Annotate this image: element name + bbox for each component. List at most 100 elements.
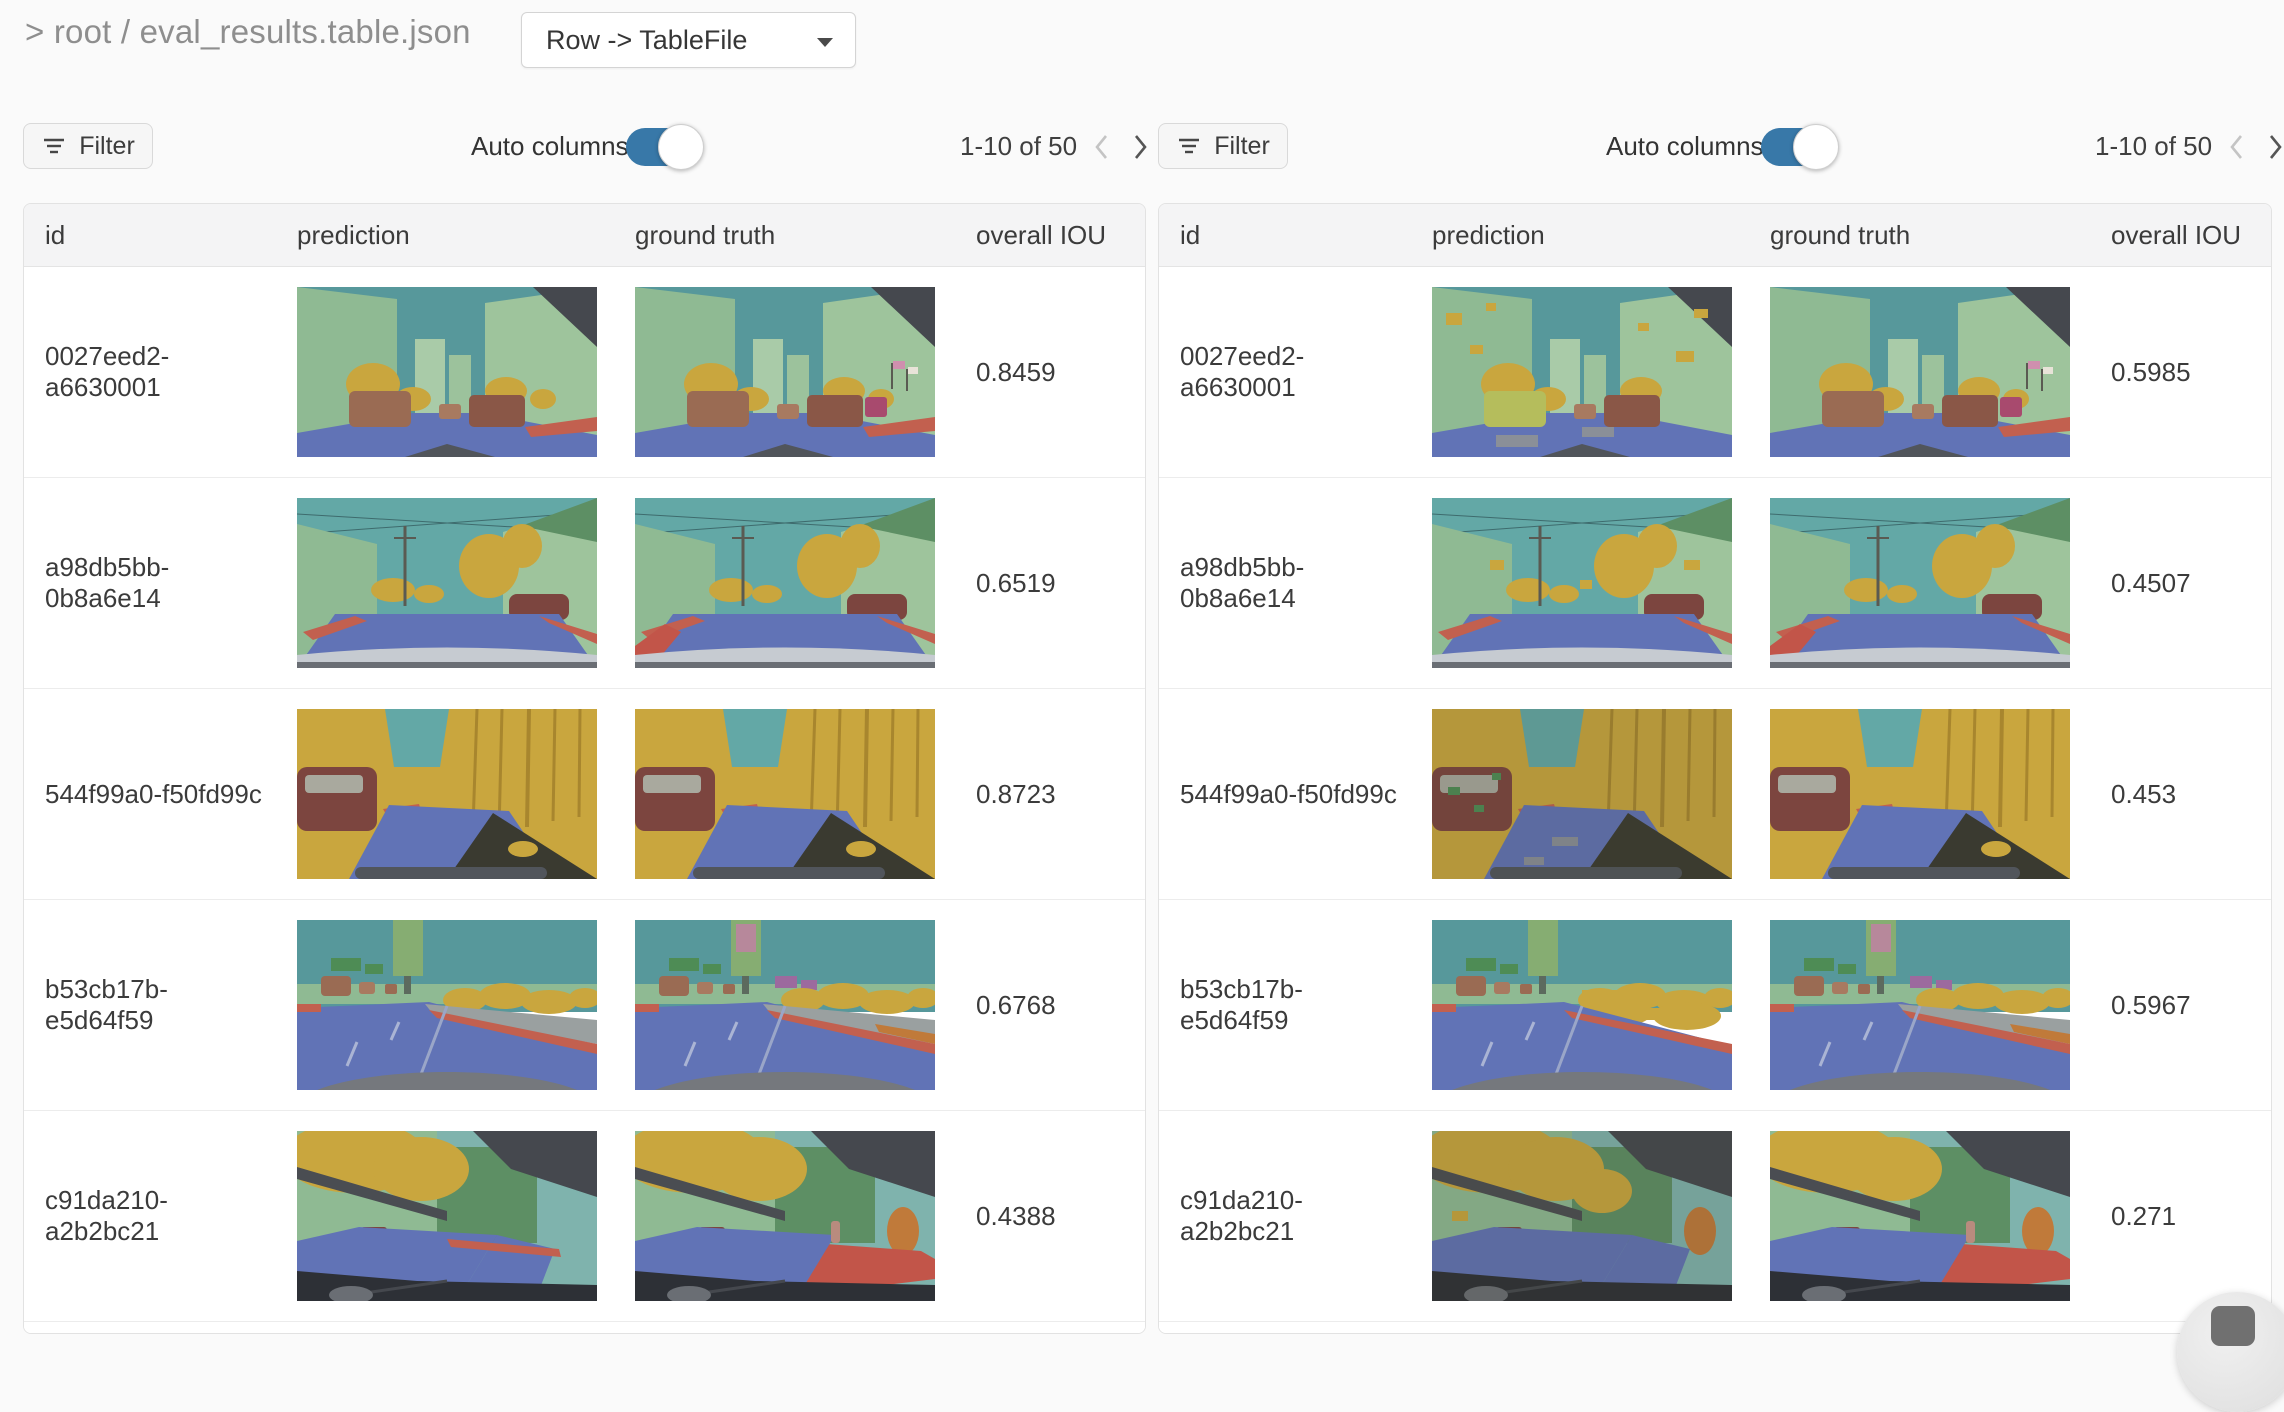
ground-truth-image[interactable] [1770, 498, 2070, 668]
table-row: b53cb17b-e5d64f59 0.6768 [24, 900, 1145, 1111]
ground-truth-cell [614, 709, 952, 879]
ground-truth-cell [614, 920, 952, 1090]
prediction-image[interactable] [1432, 498, 1732, 668]
column-header-prediction[interactable]: prediction [1411, 204, 1749, 266]
prediction-image[interactable] [297, 287, 597, 457]
chevron-left-icon [1093, 132, 1111, 162]
prediction-image[interactable] [297, 920, 597, 1090]
column-header-ground-truth[interactable]: ground truth [1749, 204, 2087, 266]
prev-page-button[interactable] [1089, 131, 1115, 163]
column-header-overall-iou[interactable]: overall IOU [952, 204, 1145, 266]
table-row: b53cb17b-e5d64f59 0.5967 [1159, 900, 2271, 1111]
overall-iou-cell: 0.6768 [952, 990, 1145, 1021]
row-id-cell: c91da210-a2b2bc21 [24, 1185, 276, 1247]
table-row: 0027eed2-a6630001 0.8459 [24, 267, 1145, 478]
prediction-image[interactable] [297, 709, 597, 879]
prediction-cell [1411, 287, 1749, 457]
auto-columns-label: Auto columns [1606, 123, 1764, 169]
overall-iou-cell: 0.5985 [2087, 357, 2271, 388]
breadcrumb[interactable]: > root / eval_results.table.json [25, 13, 471, 51]
prediction-image[interactable] [1432, 920, 1732, 1090]
toggle-knob [658, 124, 704, 170]
overall-iou-cell: 0.453 [2087, 779, 2271, 810]
table-row: a98db5bb-0b8a6e14 0.6519 [24, 478, 1145, 689]
ground-truth-image[interactable] [635, 498, 935, 668]
overall-iou-cell: 0.8459 [952, 357, 1145, 388]
prediction-image[interactable] [1432, 709, 1732, 879]
table-header-row: id prediction ground truth overall IOU [24, 204, 1145, 267]
prediction-cell [276, 287, 614, 457]
ground-truth-cell [614, 498, 952, 668]
table-panel: Filter Auto columns 1-10 of 50 id predi [1158, 123, 2272, 169]
column-header-id[interactable]: id [24, 204, 276, 266]
chevron-right-icon [2266, 132, 2284, 162]
table-row: 544f99a0-f50fd99c 0.8723 [24, 689, 1145, 900]
column-header-prediction[interactable]: prediction [276, 204, 614, 266]
scroll-fab[interactable] [2177, 1292, 2284, 1412]
table-panel: Filter Auto columns 1-10 of 50 id predi [23, 123, 1146, 169]
ground-truth-cell [1749, 709, 2087, 879]
row-id-cell: b53cb17b-e5d64f59 [24, 974, 276, 1036]
row-id-cell: 0027eed2-a6630001 [1159, 341, 1411, 403]
table-row: c91da210-a2b2bc21 0.271 [1159, 1111, 2271, 1322]
filter-button-label: Filter [1214, 132, 1270, 161]
ground-truth-cell [614, 1131, 952, 1301]
overall-iou-cell: 0.271 [2087, 1201, 2271, 1232]
ground-truth-image[interactable] [1770, 709, 2070, 879]
auto-columns-toggle[interactable] [1761, 128, 1835, 166]
filter-button-label: Filter [79, 132, 135, 161]
pagination-label: 1-10 of 50 [2095, 123, 2212, 169]
auto-columns-toggle[interactable] [626, 128, 700, 166]
ground-truth-image[interactable] [635, 709, 935, 879]
toggle-knob [1793, 124, 1839, 170]
pagination-label: 1-10 of 50 [960, 123, 1077, 169]
results-table: id prediction ground truth overall IOU 0… [1158, 203, 2272, 1334]
row-id-cell: 544f99a0-f50fd99c [24, 779, 276, 810]
ground-truth-image[interactable] [1770, 287, 2070, 457]
panel-controls: Filter Auto columns 1-10 of 50 [23, 123, 1146, 169]
filter-button[interactable]: Filter [1158, 123, 1288, 169]
ground-truth-cell [1749, 498, 2087, 668]
table-body: 0027eed2-a6630001 0.5985 a98db5bb-0b8a6e… [1159, 267, 2271, 1334]
table-row: a98db5bb-0b8a6e14 0.4507 [1159, 478, 2271, 689]
prediction-image[interactable] [297, 1131, 597, 1301]
filter-button[interactable]: Filter [23, 123, 153, 169]
prediction-cell [1411, 920, 1749, 1090]
ground-truth-image[interactable] [635, 287, 935, 457]
scroll-fab-icon [2211, 1306, 2255, 1346]
next-page-button[interactable] [2262, 131, 2284, 163]
results-table: id prediction ground truth overall IOU 0… [23, 203, 1146, 1334]
prediction-cell [276, 920, 614, 1090]
overall-iou-cell: 0.8723 [952, 779, 1145, 810]
table-row: c91da210-a2b2bc21 0.4388 [24, 1111, 1145, 1322]
prediction-cell [1411, 1131, 1749, 1301]
ground-truth-image[interactable] [1770, 920, 2070, 1090]
ground-truth-cell [1749, 287, 2087, 457]
dropdown-selected-value: Row -> TableFile [546, 25, 747, 56]
panel-controls: Filter Auto columns 1-10 of 50 [1158, 123, 2272, 169]
row-id-cell: 544f99a0-f50fd99c [1159, 779, 1411, 810]
ground-truth-image[interactable] [1770, 1131, 2070, 1301]
ground-truth-cell [614, 287, 952, 457]
prev-page-button[interactable] [2224, 131, 2250, 163]
column-header-ground-truth[interactable]: ground truth [614, 204, 952, 266]
column-header-id[interactable]: id [1159, 204, 1411, 266]
prediction-image[interactable] [1432, 1131, 1732, 1301]
table-row: 544f99a0-f50fd99c 0.453 [1159, 689, 2271, 900]
filter-icon [41, 136, 67, 156]
column-header-overall-iou[interactable]: overall IOU [2087, 204, 2271, 266]
prediction-cell [276, 709, 614, 879]
auto-columns-label: Auto columns [471, 123, 629, 169]
row-id-cell: b53cb17b-e5d64f59 [1159, 974, 1411, 1036]
overall-iou-cell: 0.4388 [952, 1201, 1145, 1232]
prediction-image[interactable] [297, 498, 597, 668]
row-id-cell: a98db5bb-0b8a6e14 [24, 552, 276, 614]
next-page-button[interactable] [1127, 131, 1153, 163]
table-row: 0027eed2-a6630001 0.5985 [1159, 267, 2271, 478]
row-id-cell: c91da210-a2b2bc21 [1159, 1185, 1411, 1247]
row-type-dropdown[interactable]: Row -> TableFile [521, 12, 856, 68]
ground-truth-image[interactable] [635, 920, 935, 1090]
ground-truth-image[interactable] [635, 1131, 935, 1301]
ground-truth-cell [1749, 1131, 2087, 1301]
prediction-image[interactable] [1432, 287, 1732, 457]
